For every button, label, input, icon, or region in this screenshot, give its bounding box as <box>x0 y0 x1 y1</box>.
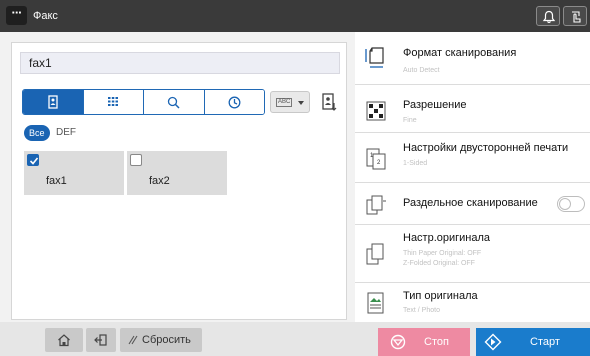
setting-value-2: Z-Folded Original: OFF <box>403 260 475 267</box>
resolution-icon <box>366 101 386 121</box>
destination-tile[interactable]: fax1 <box>24 151 124 195</box>
setting-title: Настройки двусторонней печати <box>403 142 569 154</box>
tab-history[interactable] <box>203 90 264 114</box>
keypad-icon <box>108 97 119 106</box>
index-def[interactable]: DEF <box>56 127 76 138</box>
sort-button[interactable]: ABC <box>270 91 310 113</box>
address-book-tabs <box>22 89 265 115</box>
setting-title: Раздельное сканирование <box>403 197 538 209</box>
reset-button[interactable]: Сбросить <box>120 328 202 352</box>
setting-resolution[interactable]: Разрешение Fine <box>355 85 590 133</box>
setting-value: Text / Photo <box>403 307 440 314</box>
reset-label: Сбросить <box>142 334 191 346</box>
stop-button[interactable]: Стоп <box>378 328 470 356</box>
setting-duplex[interactable]: 12 Настройки двусторонней печати 1-Sided <box>355 133 590 183</box>
separate-scan-toggle[interactable] <box>557 196 585 212</box>
address-book-icon <box>48 95 58 109</box>
destination-tile[interactable]: fax2 <box>127 151 227 195</box>
home-icon <box>58 334 70 347</box>
setting-value: Thin Paper Original: OFF <box>403 250 482 257</box>
register-icon <box>322 93 337 111</box>
destination-label: fax2 <box>149 175 170 187</box>
chevron-down-icon <box>298 101 304 105</box>
setting-original-settings[interactable]: Настр.оригинала Thin Paper Original: OFF… <box>355 225 590 283</box>
stop-label: Стоп <box>424 336 449 348</box>
hand-touch-icon[interactable] <box>563 6 587 26</box>
stop-icon <box>390 334 406 350</box>
original-type-icon <box>367 292 384 314</box>
destination-input[interactable]: fax1 <box>20 52 340 74</box>
original-settings-icon <box>366 243 384 265</box>
back-button[interactable] <box>86 328 116 352</box>
sort-abc-icon: ABC <box>276 98 293 107</box>
start-button[interactable]: Старт <box>476 328 590 356</box>
checkbox[interactable] <box>130 154 142 166</box>
checkbox-checked[interactable] <box>27 154 39 166</box>
start-label: Старт <box>530 336 560 348</box>
setting-original-type[interactable]: Тип оригинала Text / Photo <box>355 283 590 322</box>
app-title: Факс <box>33 10 58 22</box>
tab-search[interactable] <box>143 90 204 114</box>
setting-value: 1-Sided <box>403 160 428 167</box>
back-icon <box>94 334 107 346</box>
eraser-icon <box>128 335 138 345</box>
setting-separate-scan[interactable]: Раздельное сканирование <box>355 183 590 225</box>
title-bar: ··· Факс <box>0 0 590 32</box>
toggle-knob <box>559 198 571 210</box>
setting-value: Auto Detect <box>403 67 440 74</box>
separate-scan-icon <box>366 195 386 215</box>
setting-title: Разрешение <box>403 99 467 111</box>
start-icon <box>484 333 502 351</box>
register-destination-button[interactable] <box>318 91 340 113</box>
destination-label: fax1 <box>46 175 67 187</box>
settings-panel: Формат сканирования Auto Detect Разрешен… <box>355 32 590 322</box>
scan-size-icon <box>365 47 384 68</box>
destination-panel: fax1 ABC Все DEF fax1 fax2 <box>11 42 347 320</box>
menu-button[interactable]: ··· <box>6 6 27 25</box>
duplex-icon: 12 <box>366 148 386 170</box>
bell-icon[interactable] <box>536 6 560 26</box>
index-all[interactable]: Все <box>24 125 50 141</box>
setting-title: Тип оригинала <box>403 290 478 302</box>
tab-keypad[interactable] <box>82 90 143 114</box>
search-icon <box>168 96 180 109</box>
setting-scan-size[interactable]: Формат сканирования Auto Detect <box>355 32 590 85</box>
setting-value: Fine <box>403 117 417 124</box>
setting-title: Настр.оригинала <box>403 232 491 244</box>
setting-title: Формат сканирования <box>403 47 517 59</box>
history-clock-icon <box>228 96 241 108</box>
home-button[interactable] <box>45 328 83 352</box>
tab-address-book[interactable] <box>23 90 83 114</box>
